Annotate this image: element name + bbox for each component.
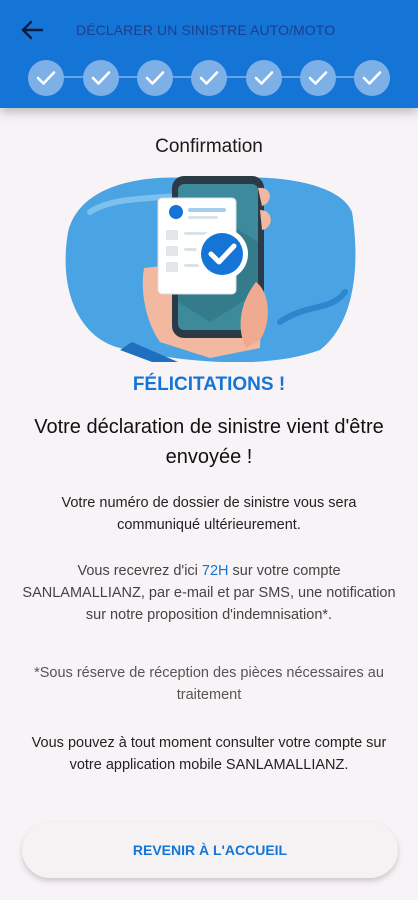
declaration-sent-message: Votre déclaration de sinistre vient d'êt… [34, 416, 384, 468]
page-title: Confirmation [155, 136, 263, 157]
back-to-home-button[interactable]: REVENIR À L'ACCUEIL [22, 822, 398, 878]
step-4 [191, 60, 227, 96]
account-info: Vous pouvez à tout moment consulter votr… [31, 735, 387, 773]
file-number-info: Votre numéro de dossier de sinistre vous… [61, 495, 357, 533]
step-3 [137, 60, 173, 96]
back-button[interactable] [16, 16, 48, 44]
arrow-left-icon [21, 20, 43, 40]
check-icon [254, 71, 274, 85]
step-6 [300, 60, 336, 96]
check-icon [145, 71, 165, 85]
check-icon [199, 71, 219, 85]
check-icon [91, 71, 111, 85]
congratulations-heading: FÉLICITATIONS ! [132, 374, 286, 395]
check-icon [308, 71, 328, 85]
delay-highlight: 72H [201, 563, 229, 579]
conditions-note: *Sous réserve de réception des pièces né… [34, 665, 384, 703]
check-icon [362, 71, 382, 85]
check-icon [36, 71, 56, 85]
progress-stepper [0, 58, 418, 98]
step-5 [246, 60, 282, 96]
phone-confirmation-illustration [65, 176, 356, 362]
app-header: DÉCLARER UN SINISTRE AUTO/MOTO [0, 0, 418, 108]
notification-info: Vous recevrez d'ici 72H sur votre compte… [20, 560, 398, 626]
notification-info-start: Vous recevrez d'ici [77, 563, 202, 579]
step-1 [28, 60, 64, 96]
step-7 [354, 60, 390, 96]
header-title: DÉCLARER UN SINISTRE AUTO/MOTO [76, 22, 336, 38]
step-2 [83, 60, 119, 96]
